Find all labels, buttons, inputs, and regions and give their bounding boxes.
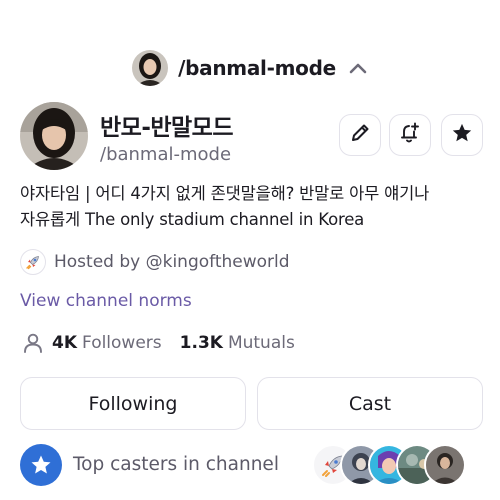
- user-icon: [22, 332, 44, 354]
- bell-plus-icon: [398, 121, 422, 149]
- notifications-button[interactable]: [389, 114, 431, 156]
- pencil-icon: [349, 122, 371, 148]
- header-title: /banmal-mode: [178, 56, 336, 80]
- followers-count[interactable]: 4K: [52, 333, 77, 353]
- view-channel-norms-link[interactable]: View channel norms: [20, 291, 192, 311]
- channel-name: 반모-반말모드: [100, 115, 234, 141]
- top-casters-row[interactable]: Top casters in channel: [20, 444, 482, 488]
- chevron-up-icon[interactable]: [348, 61, 368, 75]
- host-info[interactable]: Hosted by @kingoftheworld: [20, 248, 290, 276]
- edit-button[interactable]: [339, 114, 381, 156]
- channel-description: 야자타임 | 어디 4가지 없게 존댓말을해? 반말로 아무 얘기나 자유롭게 …: [20, 181, 482, 233]
- channel-header[interactable]: /banmal-mode: [0, 48, 500, 88]
- person-avatar: [424, 444, 466, 486]
- hosted-by-label: Hosted by @kingoftheworld: [54, 252, 290, 272]
- star-icon: [451, 122, 473, 148]
- star-badge-icon: [20, 444, 62, 486]
- bio-line: 자유롭게 The only stadium channel in Korea: [20, 210, 365, 229]
- followers-label[interactable]: Followers: [82, 333, 162, 353]
- mutuals-count[interactable]: 1.3K: [180, 333, 223, 353]
- bio-line: 야자타임 | 어디 4가지 없게 존댓말을해? 반말로 아무 얘기나: [20, 184, 430, 203]
- channel-handle: /banmal-mode: [100, 144, 232, 165]
- cast-button[interactable]: Cast: [257, 377, 483, 430]
- following-button[interactable]: Following: [20, 377, 246, 430]
- rocket-icon: [20, 249, 46, 275]
- channel-avatar: [20, 102, 88, 170]
- channel-stats: 4K Followers 1.3K Mutuals: [22, 330, 313, 356]
- channel-avatar-small: [132, 50, 169, 86]
- top-casters-label: Top casters in channel: [73, 454, 279, 475]
- favorite-button[interactable]: [441, 114, 483, 156]
- mutuals-label[interactable]: Mutuals: [228, 333, 295, 353]
